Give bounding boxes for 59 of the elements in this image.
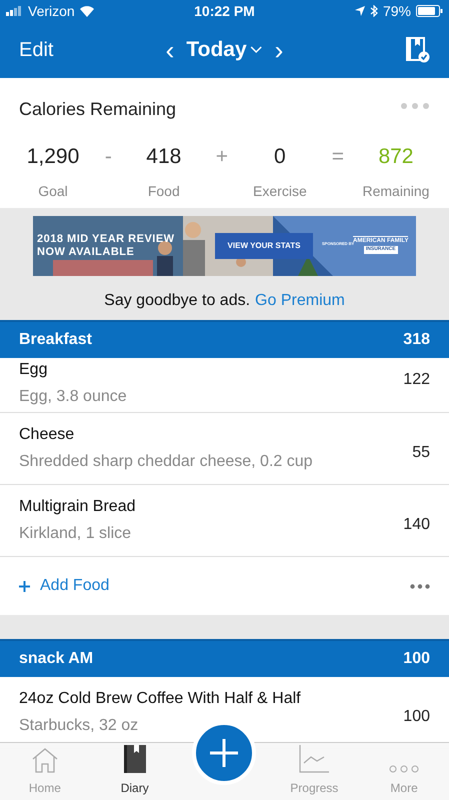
food-name: Multigrain Bread [19, 497, 136, 517]
battery-percent: 79% [382, 2, 411, 20]
food-calories: 55 [412, 442, 430, 462]
add-food-button[interactable]: Add Food [19, 574, 110, 598]
house-icon [30, 747, 59, 773]
summary-title: Calories Remaining [19, 98, 176, 121]
date-selector[interactable]: Today [186, 34, 263, 66]
meal-total: 318 [403, 330, 430, 350]
operator-sign: + [216, 144, 228, 170]
food-calories: 140 [403, 514, 430, 534]
calorie-label: Food [148, 182, 180, 200]
chevron-down-icon [250, 46, 263, 54]
calorie-value: 0 [274, 144, 286, 170]
plus-icon [19, 580, 30, 592]
previous-day-button[interactable]: ‹ [166, 37, 174, 63]
calorie-value: 418 [146, 144, 182, 170]
location-icon [354, 6, 365, 16]
tab-button[interactable]: Diary [90, 743, 180, 800]
calorie-label: Exercise [253, 182, 307, 200]
battery-icon [416, 5, 443, 17]
ad-headline: 2018 MID YEAR REVIEW [37, 233, 175, 246]
food-detail: Egg, 3.8 ounce [19, 387, 127, 407]
meal-total: 100 [403, 649, 430, 669]
edit-button[interactable]: Edit [19, 35, 54, 65]
food-name: 24oz Cold Brew Coffee With Half & Half [19, 689, 301, 709]
tab-button[interactable]: Home [0, 743, 90, 800]
status-time: 10:22 PM [194, 2, 255, 20]
meal-name: snack AM [19, 649, 94, 669]
bluetooth-icon [370, 5, 378, 17]
calorie-value: 872 [378, 144, 414, 170]
meal-name: Breakfast [19, 330, 92, 350]
diary-check-icon[interactable] [406, 37, 430, 63]
next-day-button[interactable]: › [274, 37, 284, 63]
operator-sign: = [332, 144, 344, 170]
carrier-name: Verizon [28, 2, 75, 20]
more-icon [389, 765, 420, 773]
signal-icon [6, 6, 24, 16]
go-premium-link[interactable]: Go Premium [255, 289, 345, 313]
ad-note: Say goodbye to ads. [104, 291, 250, 311]
calorie-label: Remaining [362, 182, 430, 201]
food-name: Egg [19, 360, 48, 380]
calorie-label: Goal [38, 182, 68, 200]
food-detail: Kirkland, 1 slice [19, 524, 132, 544]
food-calories: 100 [403, 706, 430, 726]
food-detail: Starbucks, 32 oz [19, 716, 140, 736]
view-stats-button[interactable]: VIEW YOUR STATS [215, 233, 313, 259]
line-chart-icon [299, 745, 330, 773]
ad-headline: NOW AVAILABLE [37, 246, 136, 259]
plus-icon [210, 739, 238, 767]
food-calories: 122 [403, 370, 430, 390]
food-detail: Shredded sharp cheddar cheese, 0.2 cup [19, 452, 313, 472]
operator-sign: - [104, 144, 112, 170]
more-options-icon[interactable] [410, 584, 430, 588]
wifi-icon [78, 5, 95, 17]
tab-button[interactable]: More [359, 743, 449, 800]
calorie-value: 1,290 [26, 144, 80, 170]
book-icon [124, 745, 146, 773]
tab-button[interactable]: Progress [269, 743, 360, 800]
food-name: Cheese [19, 425, 76, 445]
